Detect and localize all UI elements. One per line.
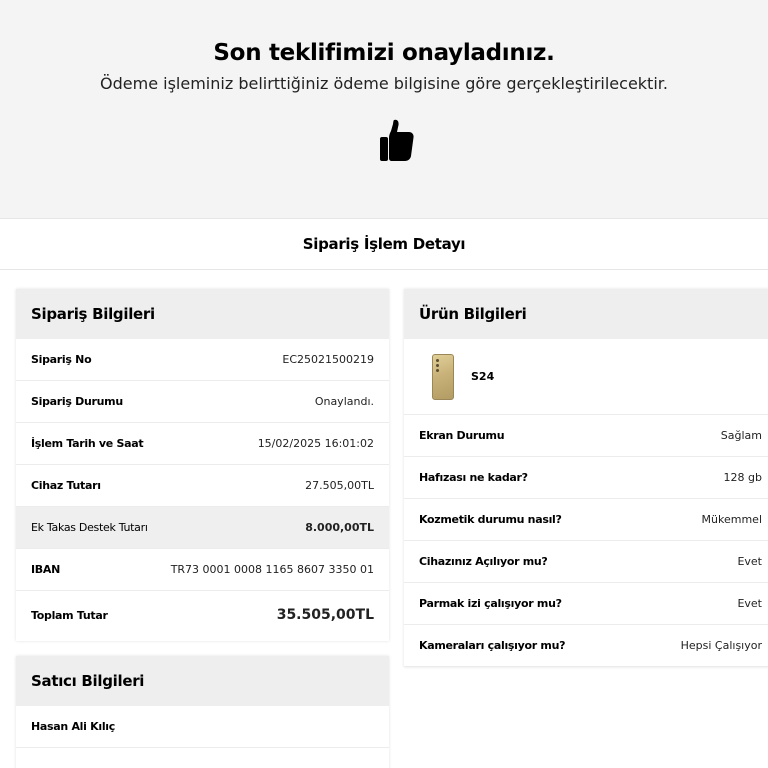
seller-name: Hasan Ali Kılıç [31,720,115,733]
product-name: S24 [471,370,495,383]
row-value: 8.000,00TL [305,521,374,534]
order-detail-title: Sipariş İşlem Detayı [302,235,466,253]
cameras-row: Kameraları çalışıyor mu? Hepsi Çalışıyor [404,625,768,667]
seller-info-panel: Satıcı Bilgileri Hasan Ali Kılıç [16,656,389,768]
row-value: Hepsi Çalışıyor [680,639,762,652]
iban-row: IBAN TR73 0001 0008 1165 8607 3350 01 [16,549,389,591]
row-label: Cihaz Tutarı [31,479,101,492]
product-summary: S24 [404,339,768,415]
order-detail-header: Sipariş İşlem Detayı [0,218,768,270]
trade-support-row: Ek Takas Destek Tutarı 8.000,00TL [16,507,389,549]
row-label: Kameraları çalışıyor mu? [419,639,566,652]
row-value: Onaylandı. [314,395,374,408]
order-status-row: Sipariş Durumu Onaylandı. [16,381,389,423]
confirmation-subtitle: Ödeme işleminiz belirttiğiniz ödeme bilg… [100,74,668,93]
row-label: Parmak izi çalışıyor mu? [419,597,562,610]
row-label: Sipariş Durumu [31,395,123,408]
row-value: Evet [737,555,762,568]
total-amount-row: Toplam Tutar 35.505,00TL [16,591,389,639]
row-value: EC25021500219 [282,353,374,366]
storage-row: Hafızası ne kadar? 128 gb [404,457,768,499]
row-label: Ekran Durumu [419,429,505,442]
product-info-panel: Ürün Bilgileri S24 Ekran Durumu Sağlam H… [404,289,768,667]
row-label: Cihazınız Açılıyor mu? [419,555,548,568]
row-value: TR73 0001 0008 1165 8607 3350 01 [170,563,374,576]
row-label: İşlem Tarih ve Saat [31,437,144,450]
row-value: 15/02/2025 16:01:02 [257,437,374,450]
row-label: Ek Takas Destek Tutarı [31,521,148,534]
seller-info-title: Satıcı Bilgileri [16,656,389,706]
order-info-title: Sipariş Bilgileri [16,289,389,339]
row-value: Evet [737,597,762,610]
power-on-row: Cihazınız Açılıyor mu? Evet [404,541,768,583]
phone-image [432,353,454,400]
screen-condition-row: Ekran Durumu Sağlam [404,415,768,457]
row-value: 128 gb [723,471,762,484]
row-label: Toplam Tutar [31,608,108,622]
row-label: Hafızası ne kadar? [419,471,528,484]
order-detail-content: Sipariş Bilgileri Sipariş No EC250215002… [0,270,768,768]
confirmation-title: Son teklifimizi onayladınız. [213,40,555,66]
row-value: Sağlam [720,429,762,442]
row-value: Mükemmel [701,513,762,526]
device-amount-row: Cihaz Tutarı 27.505,00TL [16,465,389,507]
row-label: IBAN [31,563,60,576]
thumbs-up-icon [380,119,414,161]
row-label: Kozmetik durumu nasıl? [419,513,562,526]
order-info-panel: Sipariş Bilgileri Sipariş No EC250215002… [16,289,389,641]
fingerprint-row: Parmak izi çalışıyor mu? Evet [404,583,768,625]
confirmation-hero: Son teklifimizi onayladınız. Ödeme işlem… [0,0,768,218]
product-info-title: Ürün Bilgileri [404,289,768,339]
order-number-row: Sipariş No EC25021500219 [16,339,389,381]
row-value: 27.505,00TL [305,479,374,492]
row-value: 35.505,00TL [276,607,374,623]
cosmetic-condition-row: Kozmetik durumu nasıl? Mükemmel [404,499,768,541]
row-label: Sipariş No [31,353,92,366]
order-date-row: İşlem Tarih ve Saat 15/02/2025 16:01:02 [16,423,389,465]
seller-name-row: Hasan Ali Kılıç [16,706,389,748]
